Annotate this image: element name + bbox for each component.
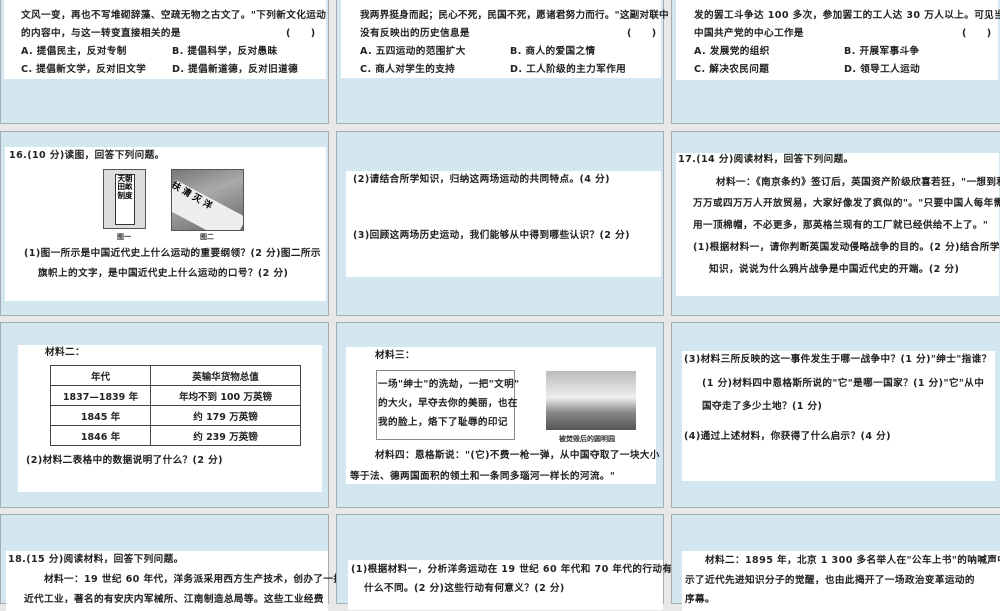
question-text: 文风一变，再也不写堆砌辞藻、空疏无物之古文了。"下列新文化运动	[21, 10, 327, 21]
image-caption: 被焚毁后的圆明园	[559, 435, 615, 443]
material-text: 用一顶棉帽，不必更多，那英格兰现有的工厂就已经供给不上了。"	[693, 220, 989, 231]
slide-thumbnail-10[interactable]: 18.(15 分)阅读材料，回答下列问题。 材料一：19 世纪 60 年代，洋务…	[0, 514, 343, 611]
question-title: 16.(10 分)读图，回答下列问题。	[9, 150, 165, 161]
answer-bracket: ( )	[627, 28, 657, 39]
book-cover-title: 天朝田畝制度	[115, 174, 135, 225]
poem-line: 我的脸上，烙下了耻辱的印记	[378, 417, 508, 428]
slide-thumbnail-3[interactable]: 发的罢工斗争达 100 多次，参加罢工的工人达 30 万人以上。可见当时 中国共…	[671, 0, 1000, 124]
option-a: A. 发展党的组织	[694, 46, 770, 57]
question-text: (3)材料三所反映的这一事件发生于哪一战争中？(1 分)"绅士"指谁？	[684, 354, 992, 365]
question-text: (1)根据材料一，分析洋务运动在 19 世纪 60 年代和 70 年代的行动有	[351, 564, 673, 575]
slide-thumbnail-2[interactable]: 我两界挺身而起；民心不死，民国不死，愿诸君努力而行。"这副对联中 没有反映出的历…	[336, 0, 669, 124]
banner-image: 扶清灭洋	[171, 169, 244, 231]
option-d: D. 领导工人运动	[844, 64, 921, 75]
question-text: (1 分)材料四中恩格斯所说的"它"是哪一国家？(1 分)"它"从中	[702, 378, 985, 389]
option-d: D. 提倡新道德，反对旧道德	[172, 64, 299, 75]
answer-bracket: ( )	[286, 28, 316, 39]
slide-thumbnail-7[interactable]: 材料二： 年代 英输华货物总值 1837—1839 年年均不到 100 万英镑 1…	[0, 322, 329, 508]
option-d: D. 工人阶级的主力军作用	[510, 64, 627, 75]
table-cell: 1837—1839 年	[50, 385, 151, 406]
figure-caption-1: 图一	[117, 233, 131, 241]
option-a: A. 提倡民主，反对专制	[21, 46, 127, 57]
slide-content	[682, 351, 995, 481]
question-text: 我两界挺身而起；民心不死，民国不死，愿诸君努力而行。"这副对联中	[360, 10, 669, 21]
material-text: 材料一：19 世纪 60 年代，洋务派采用西方生产技术，创办了一批	[44, 574, 344, 585]
table-cell: 约 239 万英镑	[150, 425, 301, 446]
slide-thumbnail-12[interactable]: 材料二：1895 年，北京 1 300 多名举人在"公车上书"的呐喊声中展 示了…	[671, 514, 1000, 611]
option-b: B. 开展军事斗争	[844, 46, 920, 57]
slide-thumbnail-8[interactable]: 材料三： 一场"绅士"的洗劫，一把"文明" 的大火，早夺去你的美丽，也在 我的脸…	[336, 322, 664, 508]
material-label: 材料三：	[375, 350, 415, 361]
table-cell: 年均不到 100 万英镑	[150, 385, 301, 406]
question-text: 旗帜上的文字，是中国近代史上什么运动的口号？(2 分)	[38, 268, 289, 279]
material-text: 材料二：1895 年，北京 1 300 多名举人在"公车上书"的呐喊声中展	[705, 555, 1000, 566]
material-text: 序幕。	[685, 594, 715, 605]
question-text: (1)图一所示是中国近代史上什么运动的重要纲领？(2 分)图二所示	[24, 248, 321, 259]
yuanmingyuan-ruins-image	[546, 371, 636, 430]
question-text: (3)回顾这两场历史运动，我们能够从中得到哪些认识？(2 分)	[353, 230, 630, 241]
slide-thumbnail-5[interactable]: (2)请结合所学知识，归纳这两场运动的共同特点。(4 分) (3)回顾这两场历史…	[336, 131, 664, 316]
question-text: 的内容中，与这一转变直接相关的是	[21, 28, 181, 39]
poem-line: 的大火，早夺去你的美丽，也在	[378, 398, 518, 409]
question-text: (2)材料二表格中的数据说明了什么？(2 分)	[26, 455, 223, 466]
material-text: 材料四：恩格斯说："(它)不费一枪一弹，从中国夺取了一块大小	[375, 450, 660, 461]
material-text: 万万或四万万人开放贸易，大家好像发了疯似的"。"只要中国人每年需	[693, 198, 1000, 209]
table-header: 英输华货物总值	[150, 365, 301, 386]
material-text: 材料一：《南京条约》签订后，英国资产阶级欣喜若狂，"一想到和三	[716, 177, 1000, 188]
table-row: 1845 年约 179 万英镑	[50, 405, 301, 426]
option-c: C. 提倡新文学，反对旧文学	[21, 64, 147, 75]
question-text: 没有反映出的历史信息是	[360, 28, 470, 39]
material-text: 示了近代先进知识分子的觉醒，也由此揭开了一场政治变革运动的	[685, 575, 975, 586]
book-cover-image: 天朝田畝制度	[103, 169, 146, 229]
table-header-row: 年代 英输华货物总值	[50, 365, 301, 386]
option-a: A. 五四运动的范围扩大	[360, 46, 466, 57]
poem-line: 一场"绅士"的洗劫，一把"文明"	[378, 379, 520, 390]
table-cell: 约 179 万英镑	[150, 405, 301, 426]
table-row: 1837—1839 年年均不到 100 万英镑	[50, 385, 301, 406]
question-text: 国夺走了多少土地？(1 分)	[702, 401, 823, 412]
option-b: B. 提倡科学，反对愚昧	[172, 46, 278, 57]
table-cell: 1845 年	[50, 405, 151, 426]
table-cell: 1846 年	[50, 425, 151, 446]
material-text: 等于法、德两国面积的领土和一条同多瑙河一样长的河流。"	[350, 471, 616, 482]
table-header: 年代	[50, 365, 151, 386]
slide-thumbnail-6[interactable]: 17.(14 分)阅读材料，回答下列问题。 材料一：《南京条约》签订后，英国资产…	[671, 131, 1000, 316]
option-c: C. 商人对学生的支持	[360, 64, 456, 75]
question-text: (4)通过上述材料，你获得了什么启示？(4 分)	[684, 431, 891, 442]
slide-thumbnail-4[interactable]: 16.(10 分)读图，回答下列问题。 天朝田畝制度 扶清灭洋 图一 图二 (1…	[0, 131, 329, 316]
question-text: 什么不同。(2 分)这些行动有何意义？(2 分)	[364, 583, 565, 594]
slide-thumbnail-9[interactable]: (3)材料三所反映的这一事件发生于哪一战争中？(1 分)"绅士"指谁？ (1 分…	[671, 322, 1000, 508]
table-row: 1846 年约 239 万英镑	[50, 425, 301, 446]
answer-bracket: ( )	[962, 28, 992, 39]
slide-content	[346, 171, 661, 277]
question-text: (1)根据材料一，请你判断英国发动侵略战争的目的。(2 分)结合所学	[693, 242, 1000, 253]
question-text: 发的罢工斗争达 100 多次，参加罢工的工人达 30 万人以上。可见当时	[694, 10, 1000, 21]
question-title: 18.(15 分)阅读材料，回答下列问题。	[8, 554, 184, 565]
slide-thumbnail-11[interactable]: (1)根据材料一，分析洋务运动在 19 世纪 60 年代和 70 年代的行动有 …	[336, 514, 672, 610]
material-label: 材料二：	[45, 347, 85, 358]
question-text: 知识，说说为什么鸦片战争是中国近代史的开端。(2 分)	[709, 264, 960, 275]
question-text: (2)请结合所学知识，归纳这两场运动的共同特点。(4 分)	[353, 174, 610, 185]
figure-caption-2: 图二	[200, 233, 214, 241]
question-text: 中国共产党的中心工作是	[694, 28, 804, 39]
trade-table: 年代 英输华货物总值 1837—1839 年年均不到 100 万英镑 1845 年…	[50, 365, 301, 446]
material-text: 近代工业，著名的有安庆内军械所、江南制造总局等。这些工业经费	[24, 594, 324, 605]
question-title: 17.(14 分)阅读材料，回答下列问题。	[678, 154, 854, 165]
option-c: C. 解决农民问题	[694, 64, 770, 75]
slide-thumbnail-1[interactable]: 文风一变，再也不写堆砌辞藻、空疏无物之古文了。"下列新文化运动 的内容中，与这一…	[0, 0, 329, 124]
option-b: B. 商人的爱国之情	[510, 46, 596, 57]
